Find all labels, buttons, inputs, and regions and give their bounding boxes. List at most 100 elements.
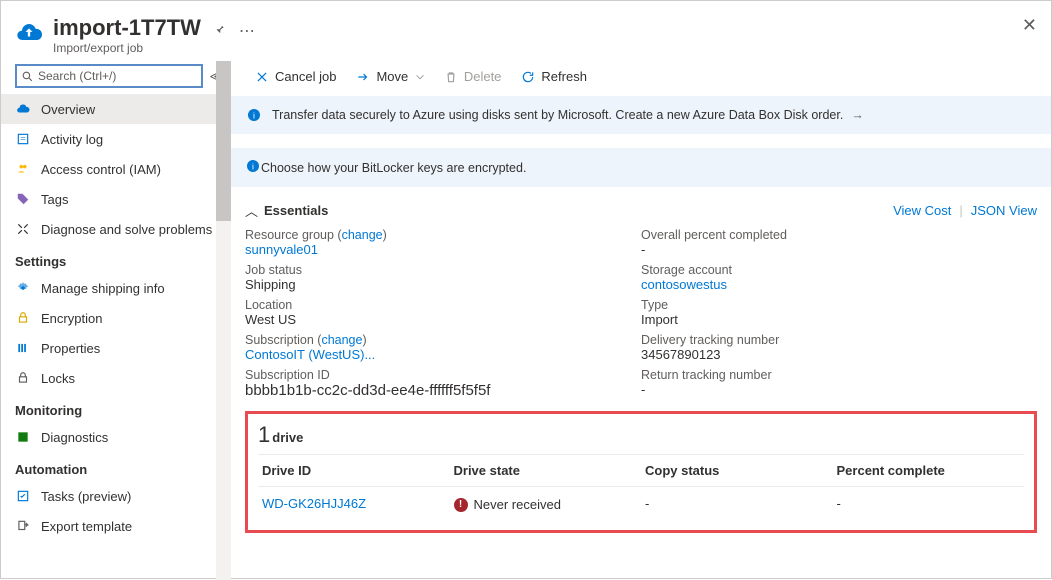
drive-count: 1	[258, 422, 270, 447]
chevron-down-icon: ⌵	[416, 71, 424, 82]
diagnose-icon	[15, 221, 31, 237]
lock-icon	[15, 310, 31, 326]
databox-banner[interactable]: i Transfer data securely to Azure using …	[231, 96, 1051, 134]
overall-label: Overall percent completed	[641, 228, 1037, 242]
sidebar-item-locks[interactable]: Locks	[1, 363, 216, 393]
percent-value: -	[833, 487, 1025, 521]
cloud-upload-icon	[15, 19, 45, 49]
tasks-icon	[15, 488, 31, 504]
sidebar-item-export[interactable]: Export template	[1, 511, 216, 541]
diagnostics-icon	[15, 429, 31, 445]
storage-value[interactable]: contosowestus	[641, 277, 1037, 292]
job-status-label: Job status	[245, 263, 641, 277]
copy-status-value: -	[641, 487, 833, 521]
sidebar-item-label: Tags	[41, 192, 68, 207]
sidebar-item-label: Manage shipping info	[41, 281, 165, 296]
delivery-value: 34567890123	[641, 347, 1037, 362]
sidebar-item-label: Activity log	[41, 132, 103, 147]
delivery-label: Delivery tracking number	[641, 333, 1037, 347]
location-value: West US	[245, 312, 641, 327]
drive-state-value: Never received	[474, 497, 561, 512]
json-view-link[interactable]: JSON View	[971, 203, 1037, 218]
sidebar-item-overview[interactable]: Overview	[1, 94, 216, 124]
return-label: Return tracking number	[641, 368, 1037, 382]
svg-text:i: i	[253, 110, 255, 120]
search-input[interactable]: Search (Ctrl+/)	[15, 64, 203, 88]
move-button[interactable]: Move⌵	[348, 65, 431, 88]
pin-icon[interactable]	[207, 21, 229, 43]
bitlocker-banner[interactable]: i Choose how your BitLocker keys are enc…	[231, 148, 1051, 187]
export-icon	[15, 518, 31, 534]
subscription-label: Subscription (change)	[245, 333, 641, 347]
col-percent: Percent complete	[833, 455, 1025, 487]
tags-icon	[15, 191, 31, 207]
delete-button: Delete	[436, 65, 510, 88]
banner-text: Choose how your BitLocker keys are encry…	[261, 161, 526, 175]
location-label: Location	[245, 298, 641, 312]
sidebar-item-tags[interactable]: Tags	[1, 184, 216, 214]
sidebar-item-label: Overview	[41, 102, 95, 117]
iam-icon	[15, 161, 31, 177]
sidebar-item-diagnostics[interactable]: Diagnostics	[1, 422, 216, 452]
banner-text: Transfer data securely to Azure using di…	[272, 108, 843, 122]
drives-section: 1drive Drive ID Drive state Copy status …	[245, 411, 1037, 533]
sidebar-scrollbar[interactable]	[216, 61, 231, 580]
sidebar-item-activity-log[interactable]: Activity log	[1, 124, 216, 154]
job-status-value: Shipping	[245, 277, 641, 292]
resource-group-value[interactable]: sunnyvale01	[245, 242, 641, 257]
svg-text:i: i	[252, 161, 254, 171]
arrow-right-icon: →	[851, 108, 864, 122]
col-drive-id: Drive ID	[258, 455, 450, 487]
change-rg-link[interactable]: change	[342, 228, 383, 242]
info-icon: i	[246, 107, 262, 123]
section-monitoring: Monitoring	[1, 393, 231, 422]
close-icon[interactable]: ✕	[1022, 15, 1037, 36]
sidebar-item-label: Access control (IAM)	[41, 162, 161, 177]
table-row: WD-GK26HJJ46Z ! Never received - -	[258, 487, 1024, 521]
sub-id-label: Subscription ID	[245, 368, 641, 382]
subscription-value[interactable]: ContosoIT (WestUS)...	[245, 347, 641, 362]
drive-id-link[interactable]: WD-GK26HJJ46Z	[258, 487, 450, 521]
sidebar-item-label: Encryption	[41, 311, 102, 326]
sidebar-item-label: Diagnose and solve problems	[41, 222, 212, 237]
sidebar-item-diagnose[interactable]: Diagnose and solve problems	[1, 214, 216, 244]
resource-group-label: Resource group (change)	[245, 228, 641, 242]
sidebar-item-label: Tasks (preview)	[41, 489, 131, 504]
cancel-job-button[interactable]: Cancel job	[247, 65, 344, 88]
section-automation: Automation	[1, 452, 231, 481]
essentials-label: Essentials	[264, 203, 328, 218]
sidebar-item-label: Locks	[41, 371, 75, 386]
page-title: import-1T7TW	[53, 15, 201, 41]
more-icon[interactable]: ⋯	[239, 21, 256, 41]
overview-icon	[15, 101, 31, 117]
sidebar-item-iam[interactable]: Access control (IAM)	[1, 154, 216, 184]
chevron-up-icon[interactable]: ︿	[245, 201, 258, 220]
sidebar-item-encryption[interactable]: Encryption	[1, 303, 216, 333]
return-value: -	[641, 382, 1037, 397]
log-icon	[15, 131, 31, 147]
sidebar-item-label: Properties	[41, 341, 100, 356]
info-icon: i	[245, 158, 261, 177]
change-sub-link[interactable]: change	[321, 333, 362, 347]
refresh-button[interactable]: Refresh	[513, 65, 595, 88]
locks-icon	[15, 370, 31, 386]
sidebar-item-properties[interactable]: Properties	[1, 333, 216, 363]
gear-icon	[15, 280, 31, 296]
properties-icon	[15, 340, 31, 356]
section-settings: Settings	[1, 244, 231, 273]
col-drive-state: Drive state	[450, 455, 642, 487]
type-label: Type	[641, 298, 1037, 312]
sidebar-item-label: Diagnostics	[41, 430, 108, 445]
overall-value: -	[641, 242, 1037, 257]
type-value: Import	[641, 312, 1037, 327]
drive-label: drive	[272, 430, 303, 445]
search-placeholder: Search (Ctrl+/)	[38, 69, 116, 83]
error-icon: !	[454, 498, 468, 512]
search-icon	[21, 70, 34, 83]
view-cost-link[interactable]: View Cost	[893, 203, 951, 218]
col-copy-status: Copy status	[641, 455, 833, 487]
sidebar-item-tasks[interactable]: Tasks (preview)	[1, 481, 216, 511]
storage-label: Storage account	[641, 263, 1037, 277]
resource-type-label: Import/export job	[53, 41, 201, 55]
sidebar-item-shipping[interactable]: Manage shipping info	[1, 273, 216, 303]
